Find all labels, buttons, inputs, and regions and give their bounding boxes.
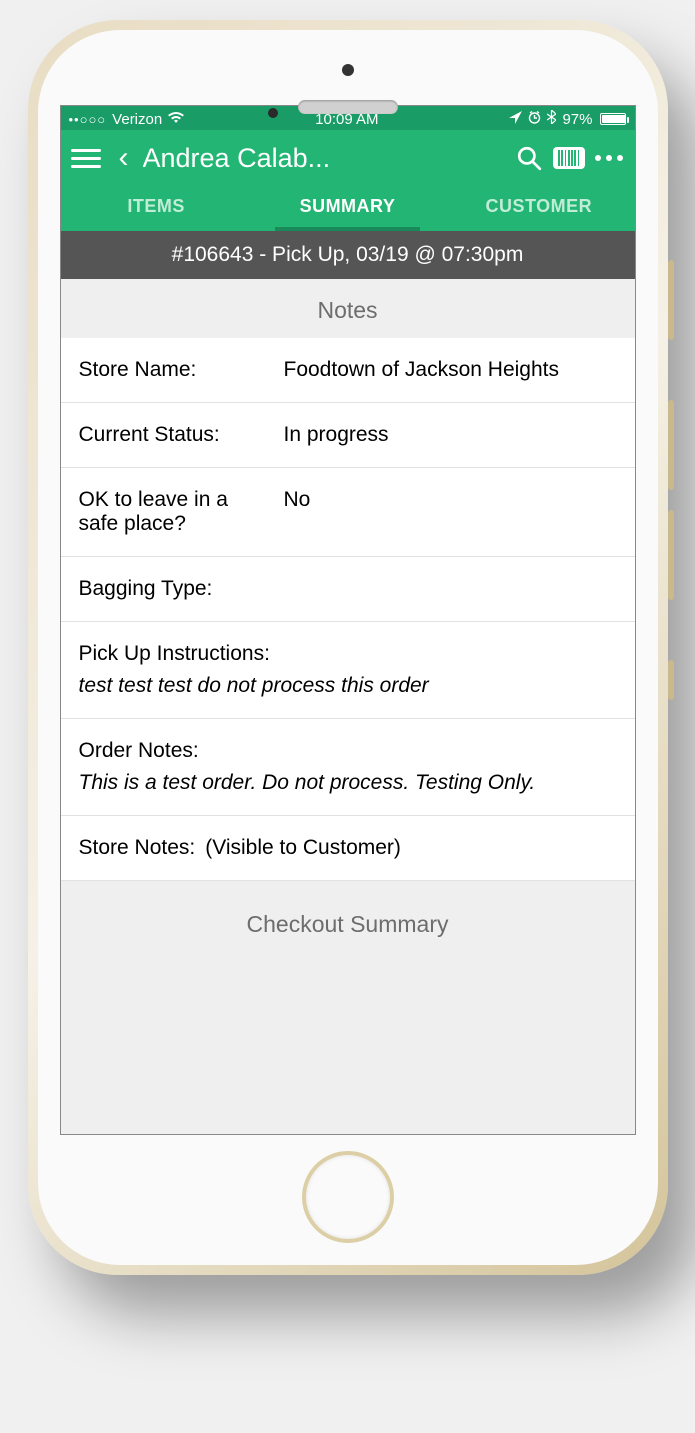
ok-leave-row: OK to leave in a safe place? No — [61, 468, 635, 557]
status-row: Current Status: In progress — [61, 403, 635, 468]
store-name-value: Foodtown of Jackson Heights — [284, 358, 559, 382]
pickup-instructions-value: test test test do not process this order — [79, 674, 617, 698]
carrier-label: Verizon — [112, 111, 162, 128]
page-title: Andrea Calab... — [143, 143, 331, 174]
notes-section-header: Notes — [61, 279, 635, 338]
tab-customer[interactable]: CUSTOMER — [443, 184, 634, 231]
location-icon — [509, 111, 522, 128]
alarm-icon — [528, 111, 541, 128]
notes-list: Store Name: Foodtown of Jackson Heights … — [61, 338, 635, 881]
checkout-section-header: Checkout Summary — [61, 881, 635, 958]
order-notes-row: Order Notes: This is a test order. Do no… — [61, 719, 635, 816]
tab-bar: ITEMS SUMMARY CUSTOMER — [61, 184, 635, 231]
content-scroll[interactable]: Notes Store Name: Foodtown of Jackson He… — [61, 279, 635, 1134]
order-info-bar: #106643 - Pick Up, 03/19 @ 07:30pm — [61, 231, 635, 279]
store-name-row: Store Name: Foodtown of Jackson Heights — [61, 338, 635, 403]
pickup-instructions-label: Pick Up Instructions: — [79, 642, 617, 666]
barcode-button[interactable] — [553, 142, 585, 174]
ok-leave-value: No — [284, 488, 311, 536]
order-notes-value: This is a test order. Do not process. Te… — [79, 771, 617, 795]
status-label: Current Status: — [79, 423, 264, 447]
bagging-label: Bagging Type: — [79, 577, 264, 601]
store-notes-row: Store Notes: (Visible to Customer) — [61, 816, 635, 881]
menu-button[interactable] — [71, 149, 101, 168]
status-value: In progress — [284, 423, 389, 447]
tab-summary[interactable]: SUMMARY — [252, 184, 443, 231]
back-button[interactable]: ‹ — [109, 143, 135, 173]
tab-items[interactable]: ITEMS — [61, 184, 252, 231]
battery-icon — [600, 113, 626, 125]
more-button[interactable] — [593, 142, 625, 174]
nav-bar: ‹ Andrea Calab... — [61, 130, 635, 184]
bluetooth-icon — [547, 110, 556, 128]
battery-pct: 97% — [562, 111, 592, 128]
app-screen: ••○○○ Verizon 10:09 AM — [60, 105, 636, 1135]
store-name-label: Store Name: — [79, 358, 264, 382]
store-notes-hint: (Visible to Customer) — [205, 836, 401, 860]
search-button[interactable] — [513, 142, 545, 174]
ok-leave-label: OK to leave in a safe place? — [79, 488, 264, 536]
pickup-instructions-row: Pick Up Instructions: test test test do … — [61, 622, 635, 719]
battery-fill — [602, 115, 625, 123]
barcode-icon — [553, 147, 585, 169]
signal-dots: ••○○○ — [69, 112, 107, 127]
more-icon — [595, 155, 623, 161]
order-notes-label: Order Notes: — [79, 739, 617, 763]
store-notes-label: Store Notes: — [79, 836, 196, 860]
wifi-icon — [168, 111, 184, 128]
home-button[interactable] — [302, 1151, 394, 1243]
bagging-row: Bagging Type: — [61, 557, 635, 622]
